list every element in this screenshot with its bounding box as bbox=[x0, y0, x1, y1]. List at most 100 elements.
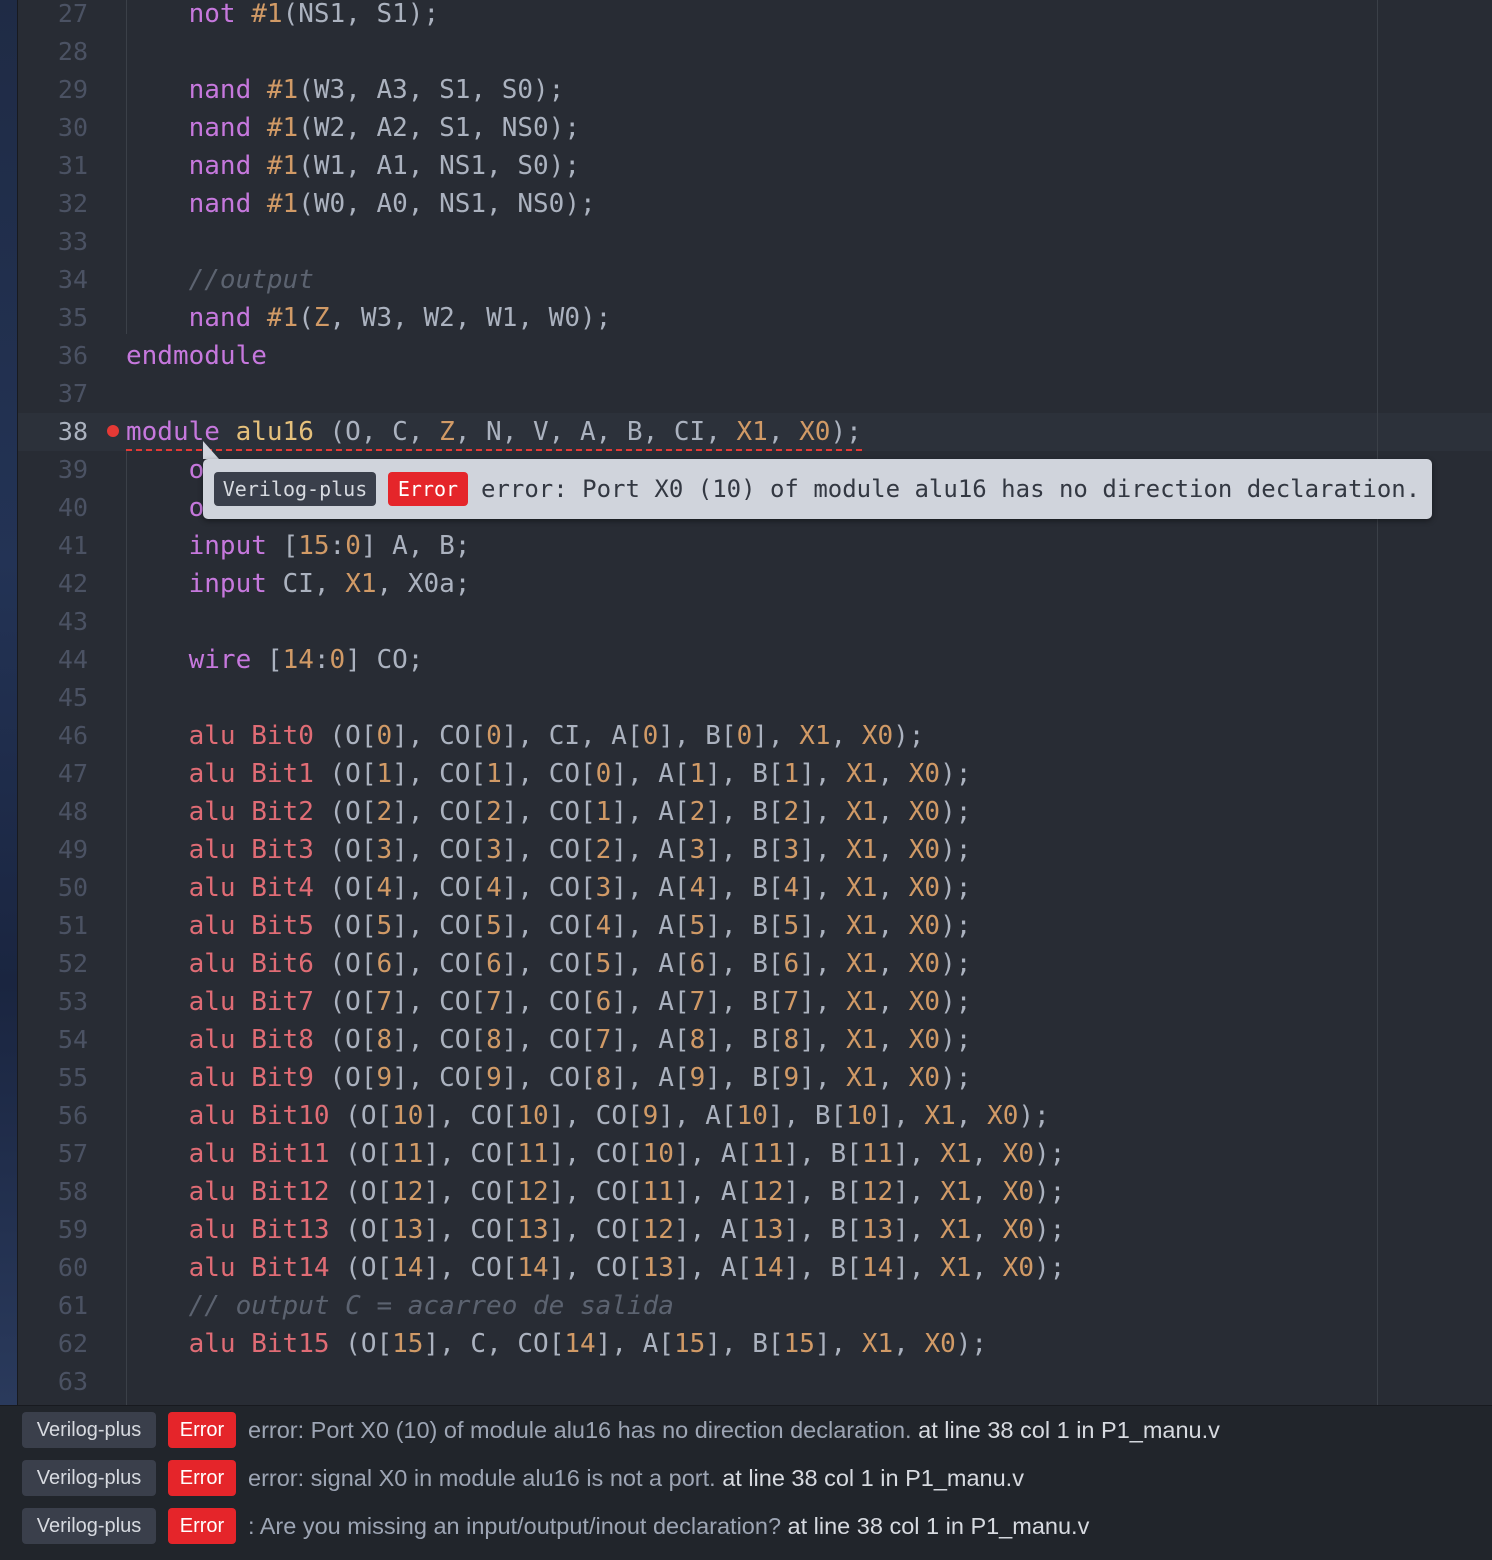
line-number[interactable]: 29 bbox=[18, 71, 88, 109]
line-number[interactable]: 40 bbox=[18, 489, 88, 527]
line-number[interactable]: 59 bbox=[18, 1211, 88, 1249]
line-number[interactable]: 63 bbox=[18, 1363, 88, 1401]
code-line[interactable]: 45 bbox=[18, 679, 1492, 717]
code-line[interactable]: 35 nand #1(Z, W3, W2, W1, W0); bbox=[18, 299, 1492, 337]
line-number[interactable]: 36 bbox=[18, 337, 88, 375]
code-line[interactable]: 54 alu Bit8 (O[8], CO[8], CO[7], A[8], B… bbox=[18, 1021, 1492, 1059]
code-line[interactable]: 27 not #1(NS1, S1); bbox=[18, 0, 1492, 33]
code-editor[interactable]: 27 not #1(NS1, S1); 28 29 nand #1(W3, A3, … bbox=[0, 0, 1492, 1405]
line-number[interactable]: 50 bbox=[18, 869, 88, 907]
code-line[interactable]: 48 alu Bit2 (O[2], CO[2], CO[1], A[2], B… bbox=[18, 793, 1492, 831]
line-code[interactable]: input CI, X1, X0a; bbox=[126, 565, 471, 603]
code-line[interactable]: 34 //output bbox=[18, 261, 1492, 299]
code-line[interactable]: 43 bbox=[18, 603, 1492, 641]
line-code[interactable]: alu Bit5 (O[5], CO[5], CO[4], A[5], B[5]… bbox=[126, 907, 972, 945]
line-code[interactable]: alu Bit9 (O[9], CO[9], CO[8], A[9], B[9]… bbox=[126, 1059, 972, 1097]
line-number[interactable]: 54 bbox=[18, 1021, 88, 1059]
line-code[interactable]: alu Bit14 (O[14], CO[14], CO[13], A[14],… bbox=[126, 1249, 1066, 1287]
linter-location-link[interactable]: at line 38 col 1 in P1_manu.v bbox=[722, 1465, 1024, 1491]
error-gutter-marker[interactable] bbox=[107, 425, 119, 437]
code-line[interactable]: 61 // output C = acarreo de salida bbox=[18, 1287, 1492, 1325]
line-number[interactable]: 43 bbox=[18, 603, 88, 641]
line-number[interactable]: 42 bbox=[18, 565, 88, 603]
linter-location-link[interactable]: at line 38 col 1 in P1_manu.v bbox=[788, 1513, 1090, 1539]
code-line[interactable]: 53 alu Bit7 (O[7], CO[7], CO[6], A[7], B… bbox=[18, 983, 1492, 1021]
line-number[interactable]: 60 bbox=[18, 1249, 88, 1287]
line-number[interactable]: 53 bbox=[18, 983, 88, 1021]
line-number[interactable]: 56 bbox=[18, 1097, 88, 1135]
code-line[interactable]: 62 alu Bit15 (O[15], C, CO[14], A[15], B… bbox=[18, 1325, 1492, 1363]
line-number[interactable]: 30 bbox=[18, 109, 88, 147]
line-number[interactable]: 62 bbox=[18, 1325, 88, 1363]
line-number[interactable]: 38 bbox=[18, 413, 88, 451]
line-number[interactable]: 55 bbox=[18, 1059, 88, 1097]
line-code[interactable]: alu Bit6 (O[6], CO[6], CO[5], A[6], B[6]… bbox=[126, 945, 972, 983]
line-number[interactable]: 44 bbox=[18, 641, 88, 679]
line-code[interactable]: nand #1(W1, A1, NS1, S0); bbox=[126, 147, 580, 185]
line-number[interactable]: 34 bbox=[18, 261, 88, 299]
line-code[interactable]: o bbox=[126, 489, 205, 527]
linter-message-row[interactable]: Verilog-plus Error error: Port X0 (10) o… bbox=[0, 1406, 1492, 1454]
line-code[interactable]: alu Bit2 (O[2], CO[2], CO[1], A[2], B[2]… bbox=[126, 793, 972, 831]
code-line[interactable]: 46 alu Bit0 (O[0], CO[0], CI, A[0], B[0]… bbox=[18, 717, 1492, 755]
line-code[interactable]: endmodule bbox=[126, 337, 267, 375]
line-number[interactable]: 58 bbox=[18, 1173, 88, 1211]
linter-message-row[interactable]: Verilog-plus Error error: signal X0 in m… bbox=[0, 1454, 1492, 1502]
line-code[interactable]: module alu16 (O, C, Z, N, V, A, B, CI, X… bbox=[126, 413, 862, 451]
code-line[interactable]: 42 input CI, X1, X0a; bbox=[18, 565, 1492, 603]
code-line[interactable]: 52 alu Bit6 (O[6], CO[6], CO[5], A[6], B… bbox=[18, 945, 1492, 983]
line-code[interactable]: alu Bit8 (O[8], CO[8], CO[7], A[8], B[8]… bbox=[126, 1021, 972, 1059]
line-code[interactable]: input [15:0] A, B; bbox=[126, 527, 471, 565]
code-line[interactable]: 30 nand #1(W2, A2, S1, NS0); bbox=[18, 109, 1492, 147]
code-line[interactable]: 37 bbox=[18, 375, 1492, 413]
code-line[interactable]: 33 bbox=[18, 223, 1492, 261]
line-code[interactable]: //output bbox=[126, 261, 314, 299]
code-line[interactable]: 49 alu Bit3 (O[3], CO[3], CO[2], A[3], B… bbox=[18, 831, 1492, 869]
line-number[interactable]: 31 bbox=[18, 147, 88, 185]
code-line[interactable]: 51 alu Bit5 (O[5], CO[5], CO[4], A[5], B… bbox=[18, 907, 1492, 945]
line-code[interactable]: alu Bit11 (O[11], CO[11], CO[10], A[11],… bbox=[126, 1135, 1066, 1173]
code-line[interactable]: 58 alu Bit12 (O[12], CO[12], CO[11], A[1… bbox=[18, 1173, 1492, 1211]
code-line[interactable]: 41 input [15:0] A, B; bbox=[18, 527, 1492, 565]
code-line[interactable]: 47 alu Bit1 (O[1], CO[1], CO[0], A[1], B… bbox=[18, 755, 1492, 793]
line-code[interactable]: nand #1(W3, A3, S1, S0); bbox=[126, 71, 565, 109]
line-number[interactable]: 35 bbox=[18, 299, 88, 337]
code-line[interactable]: 32 nand #1(W0, A0, NS1, NS0); bbox=[18, 185, 1492, 223]
linter-message-row[interactable]: Verilog-plus Error : Are you missing an … bbox=[0, 1502, 1492, 1550]
line-number[interactable]: 27 bbox=[18, 0, 88, 33]
code-line[interactable]: 63 bbox=[18, 1363, 1492, 1401]
code-line[interactable]: 36 endmodule bbox=[18, 337, 1492, 375]
line-code[interactable]: nand #1(W2, A2, S1, NS0); bbox=[126, 109, 580, 147]
line-number[interactable]: 39 bbox=[18, 451, 88, 489]
code-line[interactable]: 60 alu Bit14 (O[14], CO[14], CO[13], A[1… bbox=[18, 1249, 1492, 1287]
line-number[interactable]: 28 bbox=[18, 33, 88, 71]
code-line[interactable]: 56 alu Bit10 (O[10], CO[10], CO[9], A[10… bbox=[18, 1097, 1492, 1135]
line-code[interactable]: alu Bit1 (O[1], CO[1], CO[0], A[1], B[1]… bbox=[126, 755, 972, 793]
line-number[interactable]: 48 bbox=[18, 793, 88, 831]
line-code[interactable]: alu Bit15 (O[15], C, CO[14], A[15], B[15… bbox=[126, 1325, 987, 1363]
code-line[interactable]: 57 alu Bit11 (O[11], CO[11], CO[10], A[1… bbox=[18, 1135, 1492, 1173]
line-code[interactable]: alu Bit4 (O[4], CO[4], CO[3], A[4], B[4]… bbox=[126, 869, 972, 907]
line-number[interactable]: 52 bbox=[18, 945, 88, 983]
line-code[interactable]: // output C = acarreo de salida bbox=[126, 1287, 674, 1325]
line-code[interactable]: o bbox=[126, 451, 205, 489]
line-code[interactable]: not #1(NS1, S1); bbox=[126, 0, 439, 33]
line-number[interactable]: 47 bbox=[18, 755, 88, 793]
line-number[interactable]: 61 bbox=[18, 1287, 88, 1325]
line-number[interactable]: 57 bbox=[18, 1135, 88, 1173]
code-line[interactable]: 55 alu Bit9 (O[9], CO[9], CO[8], A[9], B… bbox=[18, 1059, 1492, 1097]
line-code[interactable]: nand #1(Z, W3, W2, W1, W0); bbox=[126, 299, 612, 337]
line-number[interactable]: 37 bbox=[18, 375, 88, 413]
linter-location-link[interactable]: at line 38 col 1 in P1_manu.v bbox=[918, 1417, 1220, 1443]
code-line[interactable]: 31 nand #1(W1, A1, NS1, S0); bbox=[18, 147, 1492, 185]
code-line[interactable]: 44 wire [14:0] CO; bbox=[18, 641, 1492, 679]
code-line[interactable]: 59 alu Bit13 (O[13], CO[13], CO[12], A[1… bbox=[18, 1211, 1492, 1249]
code-line[interactable]: 29 nand #1(W3, A3, S1, S0); bbox=[18, 71, 1492, 109]
line-number[interactable]: 32 bbox=[18, 185, 88, 223]
line-number[interactable]: 33 bbox=[18, 223, 88, 261]
code-line[interactable]: 50 alu Bit4 (O[4], CO[4], CO[3], A[4], B… bbox=[18, 869, 1492, 907]
line-number[interactable]: 45 bbox=[18, 679, 88, 717]
line-number[interactable]: 46 bbox=[18, 717, 88, 755]
line-code[interactable]: alu Bit0 (O[0], CO[0], CI, A[0], B[0], X… bbox=[126, 717, 925, 755]
line-code[interactable]: alu Bit13 (O[13], CO[13], CO[12], A[13],… bbox=[126, 1211, 1066, 1249]
